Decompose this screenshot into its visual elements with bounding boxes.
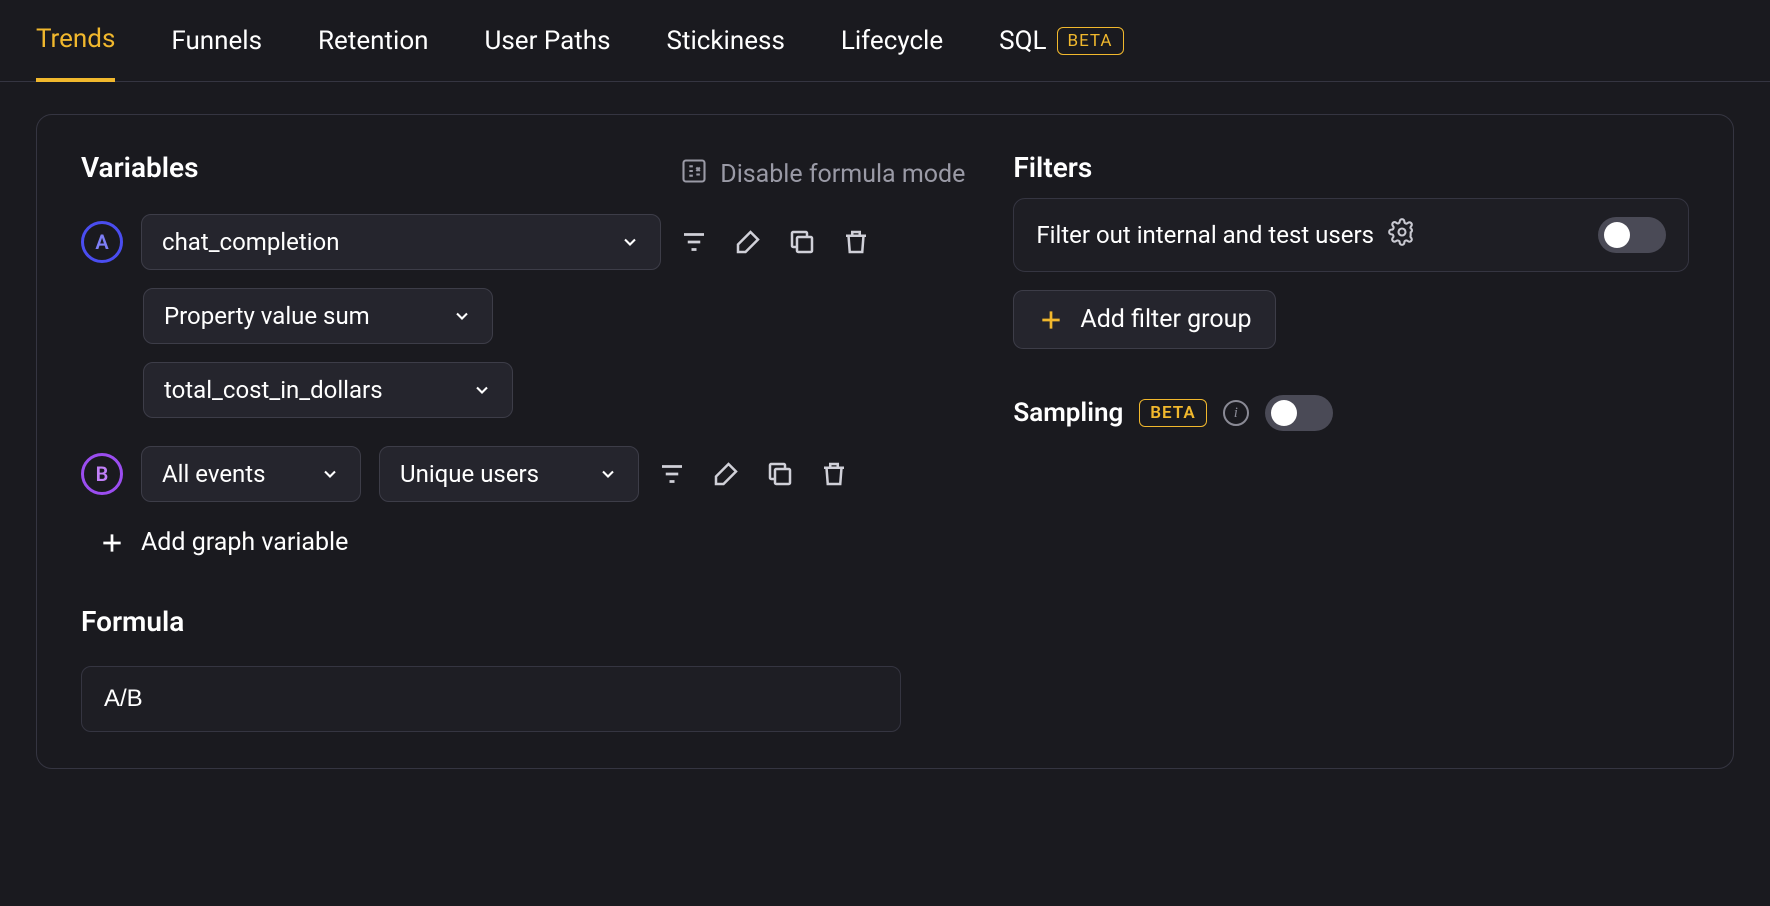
- edit-icon[interactable]: [733, 227, 763, 257]
- tab-label: SQL: [999, 26, 1046, 56]
- chevron-down-icon: [472, 380, 492, 400]
- edit-icon[interactable]: [711, 459, 741, 489]
- formula-input[interactable]: [81, 666, 901, 732]
- add-filter-group-button[interactable]: Add filter group: [1013, 290, 1276, 349]
- filter-internal-toggle[interactable]: [1598, 217, 1666, 253]
- filter-internal-label: Filter out internal and test users: [1036, 221, 1374, 249]
- tab-label: Funnels: [171, 26, 262, 56]
- formula-section: Formula: [81, 605, 965, 732]
- sampling-toggle[interactable]: [1265, 395, 1333, 431]
- formula-icon: [680, 157, 708, 192]
- sampling-label: Sampling: [1013, 398, 1123, 428]
- copy-icon[interactable]: [787, 227, 817, 257]
- variables-heading: Variables: [81, 151, 198, 184]
- variable-badge-b: B: [81, 453, 123, 495]
- formula-heading: Formula: [81, 605, 965, 638]
- disable-formula-button[interactable]: Disable formula mode: [680, 157, 965, 192]
- info-icon[interactable]: i: [1223, 400, 1249, 426]
- tab-label: Lifecycle: [841, 26, 943, 56]
- aggregation-value: Unique users: [400, 460, 539, 488]
- sampling-row: Sampling BETA i: [1013, 395, 1689, 431]
- tab-retention[interactable]: Retention: [318, 26, 428, 80]
- tab-label: Retention: [318, 26, 428, 56]
- chevron-down-icon: [320, 464, 340, 484]
- filter-icon[interactable]: [657, 459, 687, 489]
- add-variable-label: Add graph variable: [141, 528, 348, 557]
- tab-label: Trends: [36, 24, 115, 54]
- variable-actions: [657, 459, 849, 489]
- event-select-b[interactable]: All events: [141, 446, 361, 502]
- tab-label: Stickiness: [667, 26, 785, 56]
- tab-stickiness[interactable]: Stickiness: [667, 26, 785, 80]
- variable-row-b: B All events Unique users: [81, 446, 965, 502]
- tab-lifecycle[interactable]: Lifecycle: [841, 26, 943, 80]
- tab-trends[interactable]: Trends: [36, 24, 115, 82]
- tab-sql[interactable]: SQL BETA: [999, 26, 1123, 80]
- aggregation-value: Property value sum: [164, 302, 370, 330]
- add-filter-group-label: Add filter group: [1080, 305, 1251, 334]
- property-value: total_cost_in_dollars: [164, 376, 383, 404]
- chevron-down-icon: [452, 306, 472, 326]
- variable-row-a: A chat_completion: [81, 214, 965, 270]
- tab-funnels[interactable]: Funnels: [171, 26, 262, 80]
- gear-icon[interactable]: [1388, 218, 1416, 252]
- chevron-down-icon: [620, 232, 640, 252]
- trash-icon[interactable]: [841, 227, 871, 257]
- trash-icon[interactable]: [819, 459, 849, 489]
- add-variable-button[interactable]: Add graph variable: [99, 524, 965, 561]
- plus-icon: [99, 530, 125, 556]
- plus-icon: [1038, 307, 1064, 333]
- event-select-a[interactable]: chat_completion: [141, 214, 661, 270]
- event-select-value: chat_completion: [162, 228, 339, 256]
- event-select-value: All events: [162, 460, 266, 488]
- beta-badge: BETA: [1139, 399, 1207, 427]
- aggregation-select-b[interactable]: Unique users: [379, 446, 639, 502]
- tab-label: User Paths: [485, 26, 611, 56]
- filters-heading: Filters: [1013, 151, 1689, 184]
- filters-column: Filters Filter out internal and test use…: [1013, 151, 1689, 732]
- variable-badge-a: A: [81, 221, 123, 263]
- disable-formula-label: Disable formula mode: [720, 160, 965, 189]
- property-select-a[interactable]: total_cost_in_dollars: [143, 362, 513, 418]
- tab-user-paths[interactable]: User Paths: [485, 26, 611, 80]
- filter-internal-users: Filter out internal and test users: [1013, 198, 1689, 272]
- query-panel: Variables Disable formula mode A chat_co…: [36, 114, 1734, 769]
- chevron-down-icon: [598, 464, 618, 484]
- filter-icon[interactable]: [679, 227, 709, 257]
- copy-icon[interactable]: [765, 459, 795, 489]
- variable-actions: [679, 227, 871, 257]
- variables-column: Variables Disable formula mode A chat_co…: [81, 151, 965, 732]
- insight-tabs: Trends Funnels Retention User Paths Stic…: [0, 0, 1770, 82]
- beta-badge: BETA: [1057, 27, 1124, 55]
- aggregation-select-a[interactable]: Property value sum: [143, 288, 493, 344]
